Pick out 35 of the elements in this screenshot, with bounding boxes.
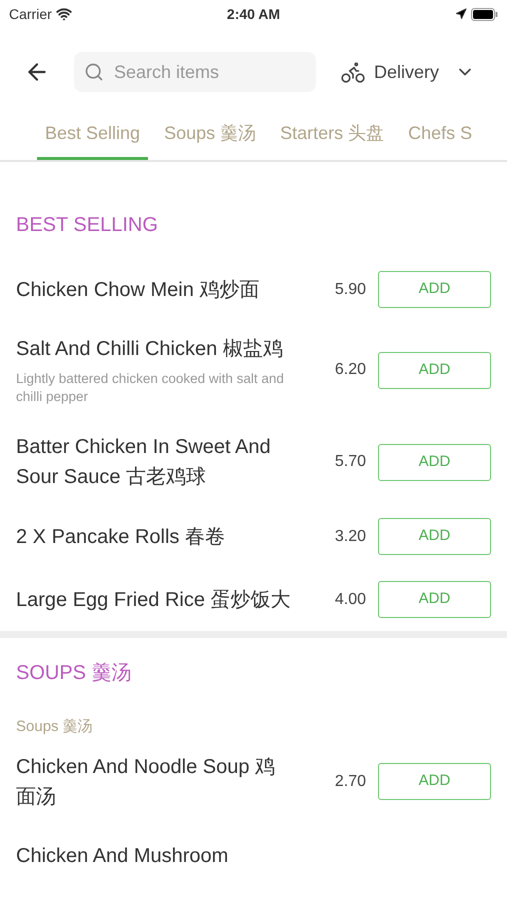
item-name: Large Egg Fried Rice 蛋炒饭大 (16, 588, 291, 612)
category-tab[interactable]: Chefs S (400, 116, 480, 160)
item-name: Chicken And Mushroom (16, 844, 230, 868)
add-button[interactable]: ADD (378, 581, 491, 618)
battery-icon (470, 8, 498, 20)
status-time: 2:40 AM (226, 4, 280, 24)
section-title: BEST SELLING (15, 213, 159, 238)
search-field[interactable]: Search items (74, 52, 316, 92)
item-price: 3.20 (334, 526, 366, 546)
item-price: 4.00 (334, 590, 366, 610)
category-tab[interactable]: Starters 头盘 (272, 116, 392, 160)
add-button[interactable]: ADD (378, 271, 491, 308)
category-tab[interactable]: Soups 羹汤 (156, 116, 264, 160)
carrier-label: Carrier (9, 4, 52, 24)
item-name: Batter Chicken In Sweet And Sour Sauce 古老鸡球 (16, 435, 272, 490)
item-price: 2.70 (334, 772, 366, 792)
item-name: 2 X Pancake Rolls 春卷 (16, 524, 226, 550)
add-button[interactable]: ADD (378, 352, 491, 388)
add-button[interactable]: ADD (378, 518, 491, 555)
location-icon (454, 8, 467, 20)
item-price: 5.90 (334, 280, 366, 300)
wifi-icon (56, 6, 72, 22)
delivery-dropdown[interactable]: Delivery (340, 58, 476, 86)
item-description: Lightly battered chicken cooked with salt and chilli pepper (16, 370, 285, 406)
section-title: SOUPS 羹汤 (15, 661, 133, 686)
item-name: Chicken Chow Mein 鸡炒面 (16, 278, 260, 302)
item-name: Chicken And Noodle Soup 鸡面汤 (16, 754, 276, 810)
add-button[interactable]: ADD (378, 444, 491, 480)
section-subtitle: Soups 羹汤 (15, 717, 94, 737)
item-price: 6.20 (334, 360, 366, 380)
add-button[interactable]: ADD (378, 763, 491, 800)
item-price: 5.70 (334, 452, 366, 472)
category-tab[interactable]: Best Selling (37, 116, 148, 160)
search-icon (84, 62, 104, 82)
item-name: Salt And Chilli Chicken 椒盐鸡 (16, 337, 284, 362)
